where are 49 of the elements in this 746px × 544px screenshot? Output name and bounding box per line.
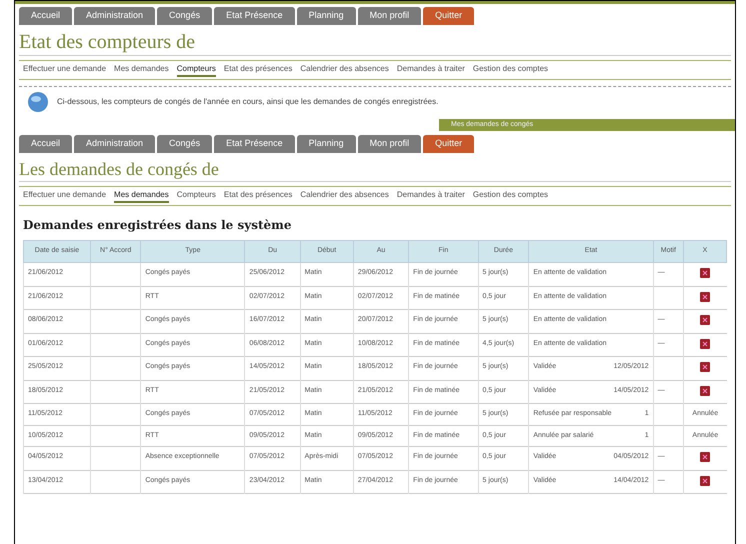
cross-icon	[702, 294, 708, 300]
nav-tab[interactable]: Etat Présence	[214, 7, 295, 25]
nav-tab[interactable]: Mon profil	[358, 135, 422, 153]
nav-tab[interactable]: Quitter	[423, 135, 474, 153]
section-heading: Demandes enregistrées dans le système	[23, 217, 292, 234]
sub-nav-link[interactable]: Mes demandes	[114, 63, 169, 77]
nav-tab[interactable]: Congés	[157, 135, 212, 153]
delete-button[interactable]	[700, 386, 710, 396]
nav-tab[interactable]: Planning	[296, 135, 356, 153]
cross-icon	[702, 388, 708, 394]
sub-nav-link[interactable]: Demandes à traiter	[396, 189, 465, 203]
delete-button[interactable]	[700, 362, 710, 372]
nav-tab[interactable]: Accueil	[19, 7, 72, 25]
sub-nav-link[interactable]: Gestion des comptes	[472, 189, 548, 203]
cross-icon	[702, 364, 708, 370]
nav-tab[interactable]: Mon profil	[358, 7, 422, 25]
info-text: Ci-dessous, les compteurs de congés de l'année en cours, ainsi que les demandes de congés enregistrées.	[57, 96, 438, 108]
nav-tab[interactable]: Quitter	[423, 7, 474, 25]
delete-button[interactable]	[700, 338, 710, 348]
delete-button[interactable]	[700, 452, 710, 462]
sub-nav-link[interactable]: Gestion des comptes	[472, 63, 548, 77]
delete-button[interactable]	[700, 292, 710, 302]
sub-nav-link[interactable]: Etat des présences	[224, 189, 292, 203]
sub-nav-link[interactable]: Mes demandes	[114, 189, 169, 203]
cross-icon	[702, 270, 708, 276]
sub-nav-link[interactable]: Calendrier des absences	[300, 63, 389, 77]
sub-nav-link[interactable]: Effectuer une demande	[23, 189, 106, 203]
nav-tab[interactable]: Etat Présence	[214, 135, 295, 153]
delete-button[interactable]	[700, 476, 710, 486]
cross-icon	[702, 454, 708, 460]
sub-nav-link[interactable]: Compteurs	[176, 189, 216, 203]
cross-icon	[702, 340, 708, 346]
delete-button[interactable]	[700, 315, 710, 325]
page-title: Les demandes de congés de	[19, 157, 731, 182]
nav-tab[interactable]: Congés	[157, 7, 212, 25]
nav-tab[interactable]: Planning	[296, 7, 356, 25]
nav-tab[interactable]: Administration	[74, 7, 156, 25]
nav-tab[interactable]: Administration	[74, 135, 156, 153]
nav-tab[interactable]: Accueil	[19, 135, 72, 153]
sub-nav-link[interactable]: Calendrier des absences	[300, 189, 389, 203]
cross-icon	[702, 478, 708, 484]
sub-nav-link[interactable]: Compteurs	[176, 63, 216, 77]
sub-nav-link[interactable]: Demandes à traiter	[396, 63, 465, 77]
page-title: Etat des compteurs de	[19, 29, 731, 56]
sub-nav-link[interactable]: Effectuer une demande	[23, 63, 106, 77]
cross-icon	[702, 317, 708, 323]
sub-nav-link[interactable]: Etat des présences	[224, 63, 292, 77]
delete-button[interactable]	[700, 268, 710, 278]
globe-icon	[27, 91, 49, 113]
